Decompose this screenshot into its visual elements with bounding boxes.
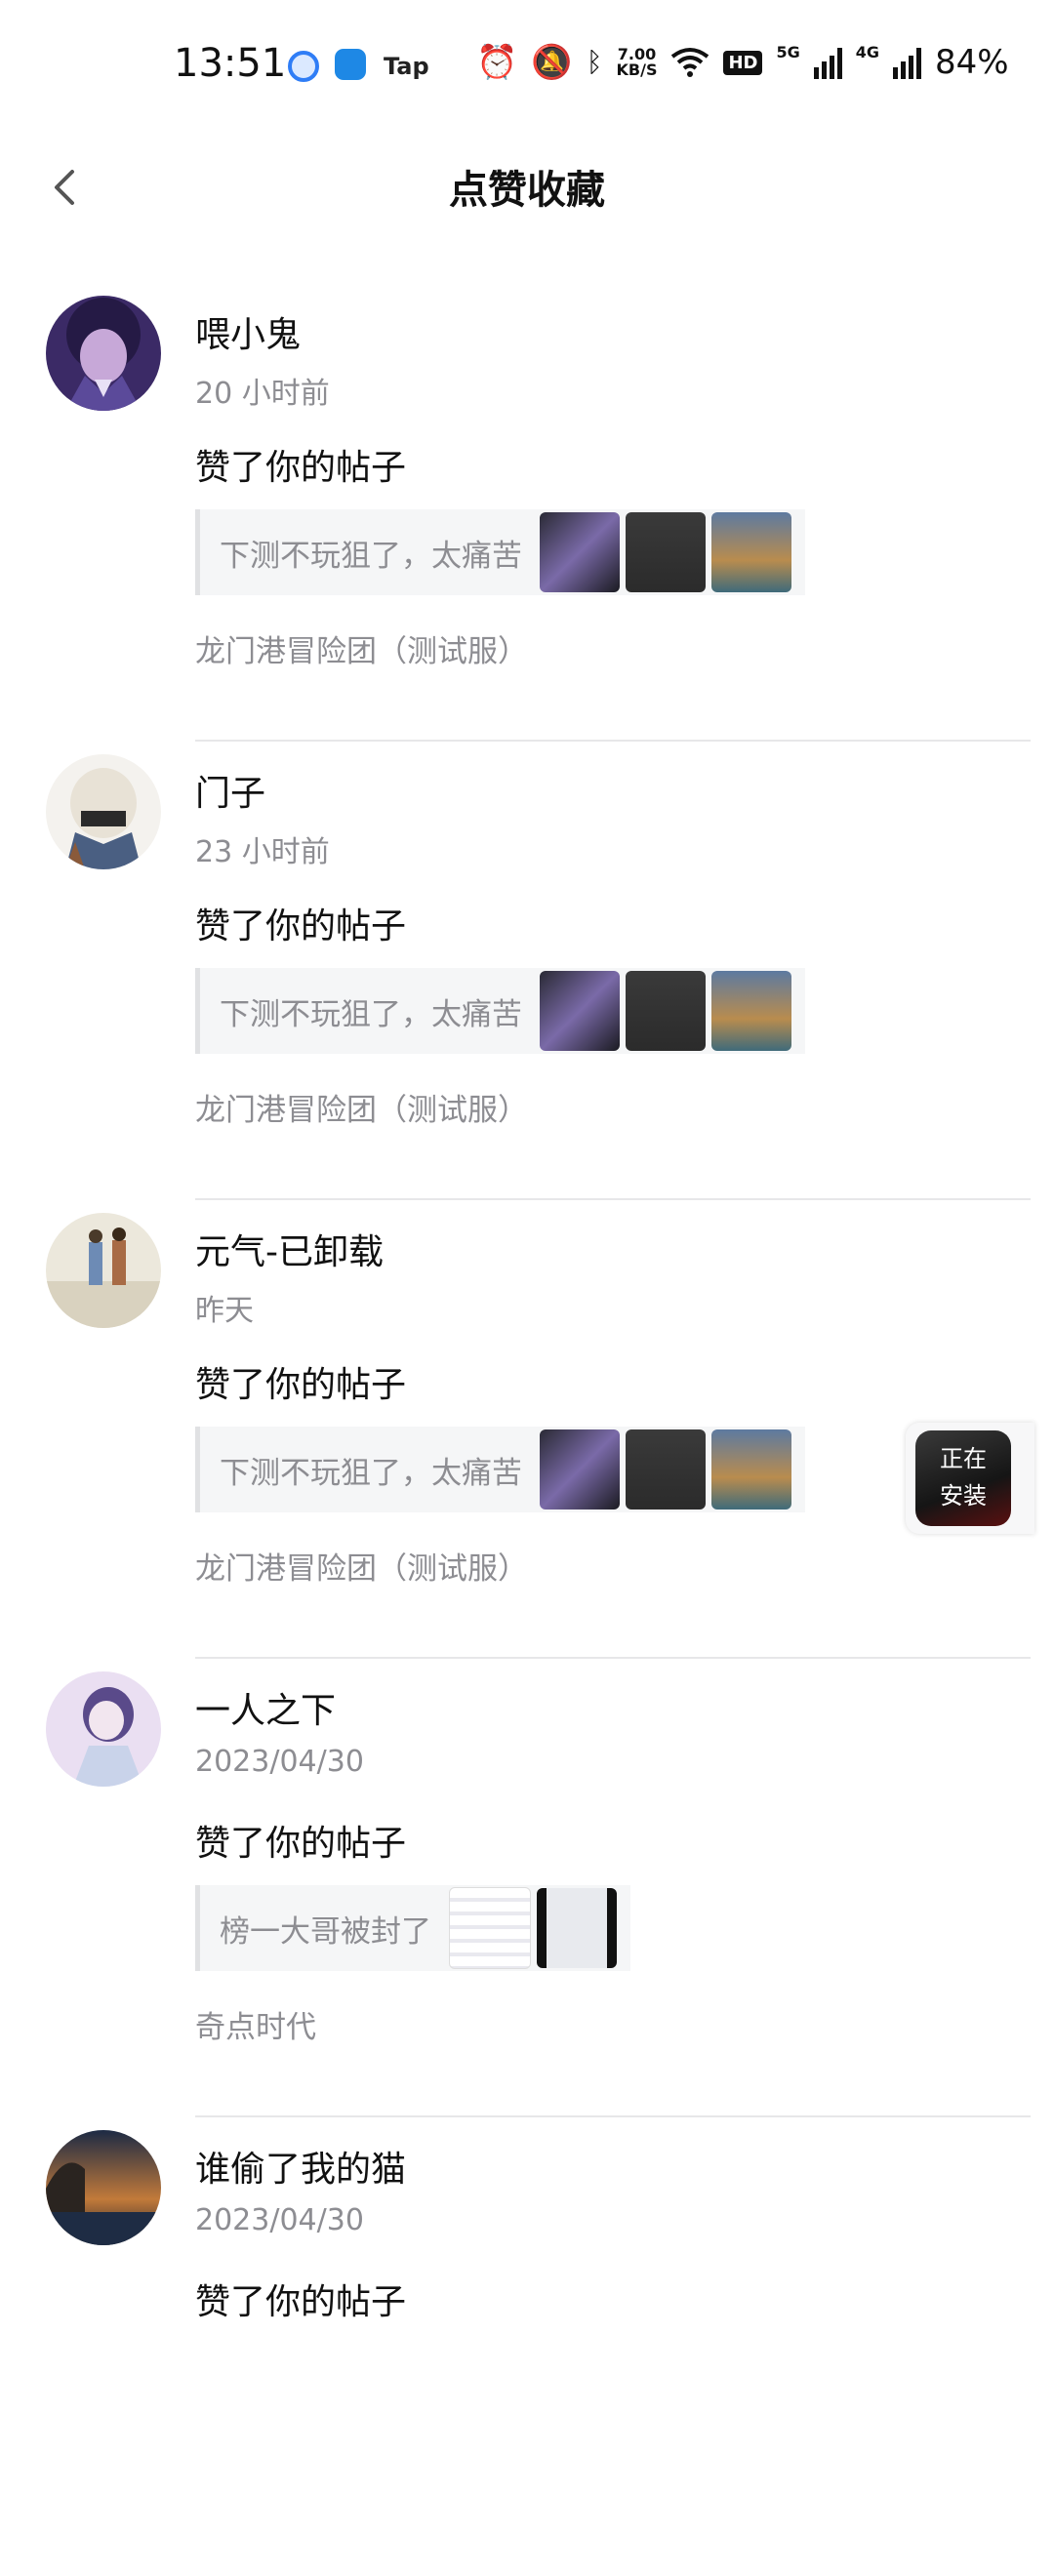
- avatar[interactable]: [46, 2130, 161, 2245]
- community-name[interactable]: 奇点时代: [195, 2002, 316, 2046]
- post-thumbnail: [711, 1429, 791, 1509]
- post-title: 下测不玩狙了，太痛苦: [220, 996, 522, 1032]
- user-name[interactable]: 谁偷了我的猫: [195, 2141, 406, 2192]
- page-title: 点赞收藏: [449, 168, 605, 213]
- post-thumbnail: [711, 971, 791, 1051]
- post-thumbnail: [711, 512, 791, 592]
- page-header: 点赞收藏: [0, 146, 1054, 224]
- user-name[interactable]: 门子: [195, 765, 265, 816]
- post-preview[interactable]: 下测不玩狙了，太痛苦: [195, 968, 805, 1054]
- network-4g-label: 4G: [855, 43, 880, 61]
- post-thumbnail: [626, 971, 706, 1051]
- app-browser-icon: [288, 51, 319, 82]
- post-preview[interactable]: 下测不玩狙了，太痛苦: [195, 1427, 805, 1512]
- post-thumbnail: [537, 1888, 617, 1968]
- bluetooth-icon: ᛒ: [586, 46, 603, 78]
- user-name[interactable]: 一人之下: [195, 1682, 336, 1733]
- timestamp: 2023/04/30: [195, 2203, 364, 2237]
- post-thumbnail: [626, 512, 706, 592]
- status-icons: ⏰ 🔕 ᛒ 7.00 KB/S HD 5G 4G 84%: [476, 43, 1009, 82]
- hd-badge: HD: [723, 50, 763, 75]
- tap-app-icon: Tap: [384, 53, 429, 80]
- list-item[interactable]: 元气-已卸载 昨天 赞了你的帖子 下测不玩狙了，太痛苦 龙门港冒险团（测试服）: [0, 1200, 1054, 1659]
- status-bar: 13:51 Tap ⏰ 🔕 ᛒ 7.00 KB/S HD 5G 4G 84%: [0, 0, 1054, 117]
- avatar[interactable]: [46, 296, 161, 411]
- user-name[interactable]: 喂小鬼: [195, 306, 301, 357]
- list-item[interactable]: 一人之下 2023/04/30 赞了你的帖子 榜一大哥被封了 奇点时代: [0, 1659, 1054, 2117]
- installing-app-bubble[interactable]: 正在 安装: [906, 1423, 1034, 1534]
- post-thumbnail: [540, 971, 620, 1051]
- app-store-icon: [335, 49, 366, 80]
- network-5g-label: 5G: [776, 43, 800, 61]
- avatar[interactable]: [46, 1671, 161, 1787]
- timestamp: 20 小时前: [195, 377, 330, 411]
- user-name[interactable]: 元气-已卸载: [195, 1224, 384, 1274]
- signal-icon: [813, 46, 842, 79]
- battery-level: 84%: [935, 43, 1009, 82]
- list-item[interactable]: 喂小鬼 20 小时前 赞了你的帖子 下测不玩狙了，太痛苦 龙门港冒险团（测试服）: [0, 283, 1054, 742]
- installing-label-line1: 正在: [940, 1445, 987, 1472]
- list-item[interactable]: 谁偷了我的猫 2023/04/30 赞了你的帖子: [0, 2117, 1054, 2576]
- list-item[interactable]: 门子 23 小时前 赞了你的帖子 下测不玩狙了，太痛苦 龙门港冒险团（测试服）: [0, 742, 1054, 1200]
- installing-label-line2: 安装: [940, 1482, 987, 1509]
- post-title: 下测不玩狙了，太痛苦: [220, 1455, 522, 1491]
- network-speed: 7.00 KB/S: [617, 47, 658, 78]
- action-text: 赞了你的帖子: [195, 906, 407, 946]
- post-thumbnail: [449, 1887, 531, 1969]
- avatar[interactable]: [46, 754, 161, 869]
- community-name[interactable]: 龙门港冒险团（测试服）: [195, 1085, 528, 1129]
- signal-icon-2: [893, 46, 922, 79]
- installing-label: 正在 安装: [915, 1440, 1011, 1514]
- post-title: 下测不玩狙了，太痛苦: [220, 538, 522, 574]
- alarm-icon: ⏰: [476, 43, 518, 82]
- speed-unit: KB/S: [616, 60, 658, 79]
- action-text: 赞了你的帖子: [195, 448, 407, 488]
- post-title: 榜一大哥被封了: [220, 1913, 431, 1950]
- community-name[interactable]: 龙门港冒险团（测试服）: [195, 1544, 528, 1588]
- action-text: 赞了你的帖子: [195, 2282, 407, 2322]
- post-thumbnail: [540, 512, 620, 592]
- status-time: 13:51: [174, 41, 287, 86]
- post-preview[interactable]: 榜一大哥被封了: [195, 1885, 630, 1971]
- post-thumbnail: [626, 1429, 706, 1509]
- action-text: 赞了你的帖子: [195, 1824, 407, 1864]
- post-thumbnail: [540, 1429, 620, 1509]
- timestamp: 23 小时前: [195, 835, 330, 869]
- mute-icon: 🔕: [531, 43, 573, 82]
- like-feed: 喂小鬼 20 小时前 赞了你的帖子 下测不玩狙了，太痛苦 龙门港冒险团（测试服）…: [0, 283, 1054, 2576]
- avatar[interactable]: [46, 1213, 161, 1328]
- action-text: 赞了你的帖子: [195, 1365, 407, 1405]
- timestamp: 2023/04/30: [195, 1745, 364, 1779]
- community-name[interactable]: 龙门港冒险团（测试服）: [195, 626, 528, 670]
- wifi-icon: [671, 48, 709, 77]
- post-preview[interactable]: 下测不玩狙了，太痛苦: [195, 509, 805, 595]
- timestamp: 昨天: [195, 1294, 254, 1328]
